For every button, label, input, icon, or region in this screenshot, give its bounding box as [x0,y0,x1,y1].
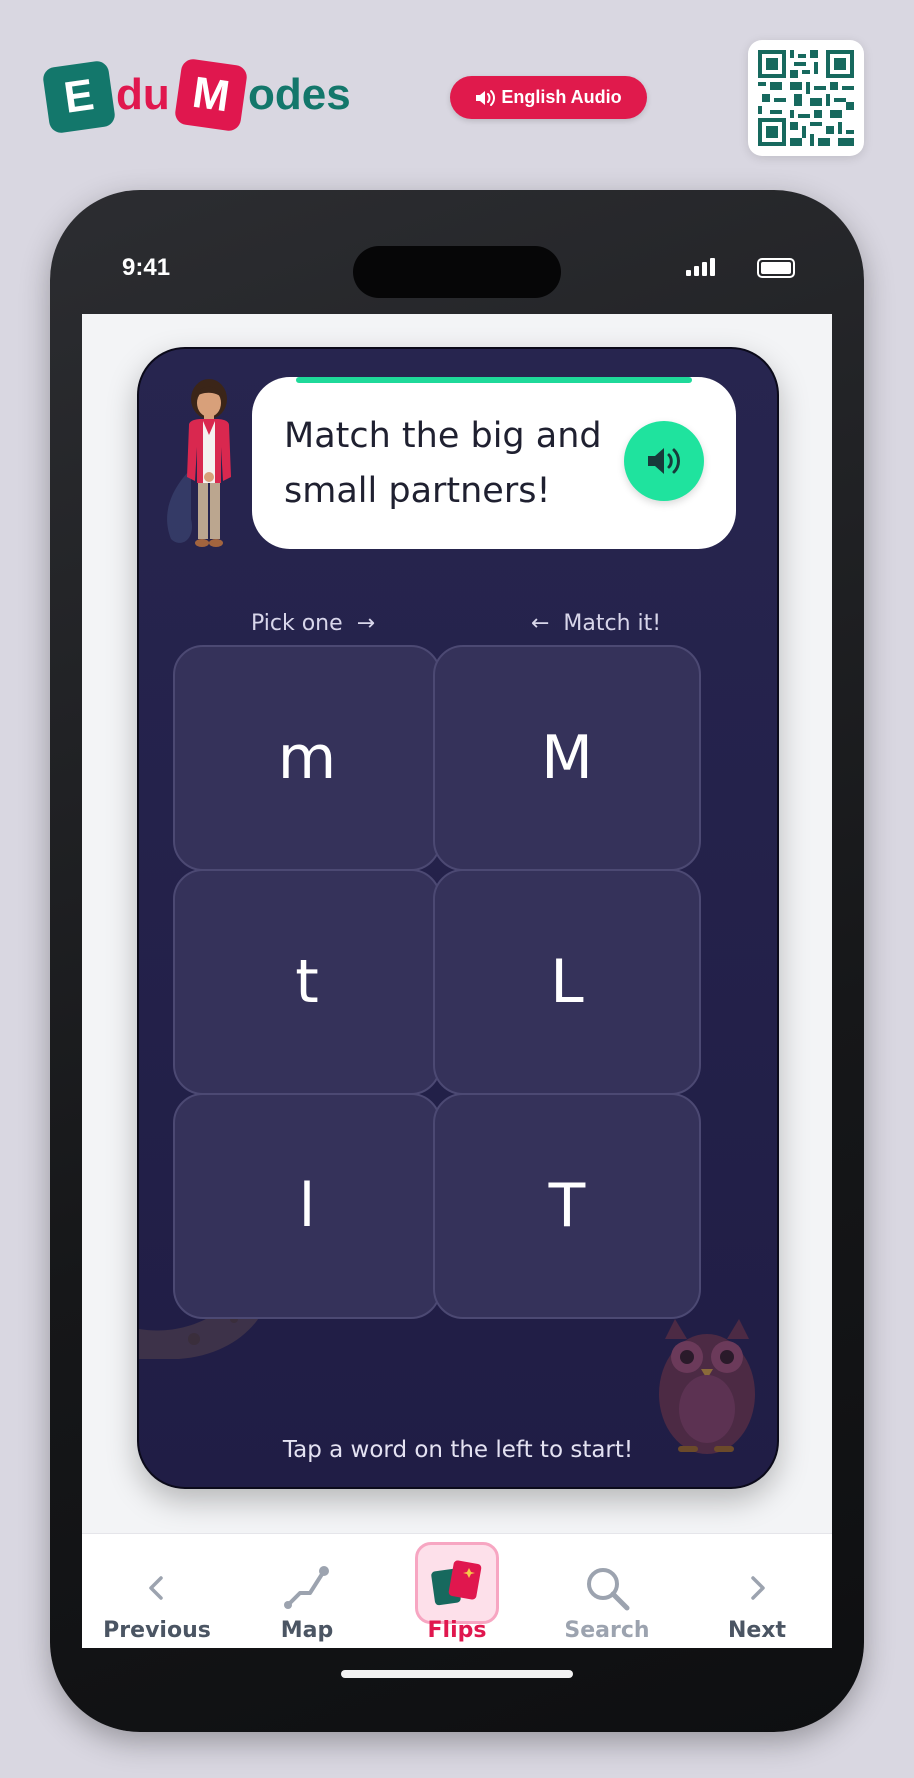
chevron-left-icon [149,1576,163,1600]
nav-next[interactable]: Next [682,1534,832,1648]
battery-icon [757,258,795,278]
hint-match-it: ← Match it! [531,611,662,636]
logo-text-du: du [116,70,170,119]
nav-search-label: Search [564,1618,650,1643]
right-tile[interactable]: M [433,645,701,871]
dynamic-island [353,246,561,298]
hint-pick-one: Pick one → [251,611,376,636]
progress-bar [296,377,692,383]
nav-map[interactable]: Map [232,1534,382,1648]
left-tile[interactable]: t [173,869,441,1095]
bottom-nav: Previous Map Flips Search Next [82,1533,832,1648]
speaker-icon [648,448,680,474]
flashcards-icon [431,1560,482,1606]
home-indicator [341,1670,573,1678]
prompt-text: Match the big and small partners! [284,416,602,511]
nav-previous[interactable]: Previous [82,1534,232,1648]
nav-previous-label: Previous [103,1618,211,1643]
qr-code-icon[interactable] [748,40,864,156]
cellular-signal-icon [686,258,715,276]
english-audio-button[interactable]: English Audio [450,76,647,119]
play-prompt-button[interactable] [624,421,704,501]
teacher-avatar-icon [187,379,231,547]
left-tile[interactable]: l [173,1093,441,1319]
right-tile[interactable]: T [433,1093,701,1319]
status-time: 9:41 [122,254,171,281]
logo-tile-m: M [173,57,249,133]
game-card: Match the big and small partners! Pick o… [137,347,779,1489]
nav-flips-label: Flips [427,1618,487,1643]
nav-search[interactable]: Search [532,1534,682,1648]
edumodes-logo: E du M odes [41,57,356,138]
app-screen: Match the big and small partners! Pick o… [82,314,832,1648]
english-audio-label: English Audio [501,87,622,107]
route-icon [284,1566,329,1609]
logo-tile-e: E [41,59,117,135]
logo-text-odes: odes [248,70,351,119]
left-tile[interactable]: m [173,645,441,871]
search-icon [587,1568,630,1611]
instruction-text: Tap a word on the left to start! [282,1437,634,1463]
phone-frame: 9:41 Match the big and small partners! P… [50,190,864,1732]
chevron-right-icon [751,1576,765,1600]
nav-next-label: Next [727,1618,787,1643]
prompt-bubble: Match the big and small partners! [252,377,736,549]
flips-active-box [415,1542,499,1624]
nav-flips[interactable]: Flips [382,1534,532,1648]
right-tile[interactable]: L [433,869,701,1095]
nav-map-label: Map [280,1618,334,1643]
speaker-icon [476,89,496,106]
